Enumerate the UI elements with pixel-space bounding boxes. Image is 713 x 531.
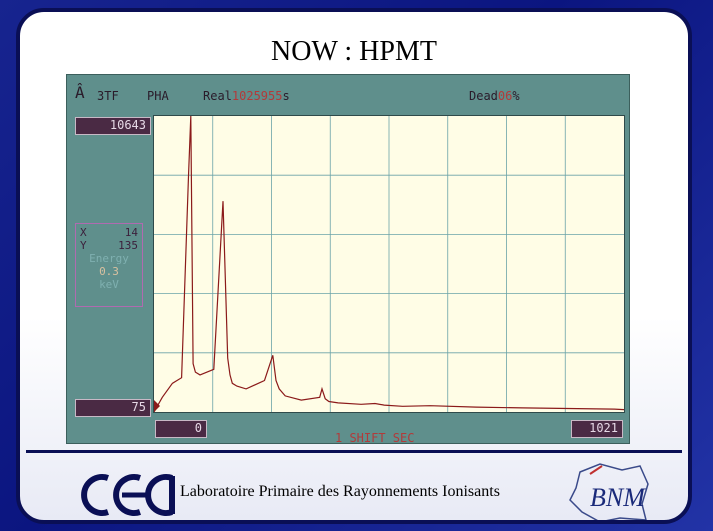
- cursor-x-label: X: [80, 226, 87, 239]
- bottom-status-text: 1 SHIFT SEC: [335, 431, 415, 445]
- energy-value: 0.3: [99, 265, 119, 278]
- dead-label: Dead: [469, 89, 498, 103]
- mode-icon: Â: [75, 83, 85, 102]
- cursor-y-value: 135: [118, 239, 138, 252]
- analyzer-panel: Â 3TF PHA Real1025955s Dead06% 10643 75 …: [66, 74, 630, 445]
- real-value: 1025955: [231, 89, 283, 103]
- real-unit: s: [282, 89, 290, 103]
- spectrum-plot: [153, 115, 625, 413]
- cursor-y-label: Y: [80, 239, 87, 252]
- y-min-label: 75: [75, 399, 151, 417]
- svg-text:BNM: BNM: [590, 483, 646, 512]
- mode-label: PHA: [147, 89, 169, 103]
- energy-label: Energy: [89, 252, 129, 265]
- x-max-label: 1021: [571, 420, 623, 438]
- slide-frame: NOW : HPMT Â 3TF PHA Real1025955s Dead06…: [16, 8, 692, 524]
- energy-unit: keV: [99, 278, 119, 291]
- cea-logo: [81, 474, 175, 516]
- dead-unit: %: [512, 89, 520, 103]
- footer-divider: [26, 450, 682, 453]
- real-label: Real: [203, 89, 232, 103]
- cursor-info-box: X 14 Y 135 Energy 0.3 keV: [75, 223, 143, 307]
- lab-name: Laboratoire Primaire des Rayonnements Io…: [180, 483, 500, 500]
- spectrum-chart: [153, 115, 625, 413]
- dead-value: 06: [497, 89, 513, 103]
- x-min-label: 0: [155, 420, 207, 438]
- cursor-x-value: 14: [124, 226, 138, 239]
- y-max-label: 10643: [75, 117, 151, 135]
- slide-title: NOW : HPMT: [271, 36, 437, 67]
- input-label: 3TF: [97, 89, 119, 103]
- bnm-logo: BNM: [569, 463, 649, 520]
